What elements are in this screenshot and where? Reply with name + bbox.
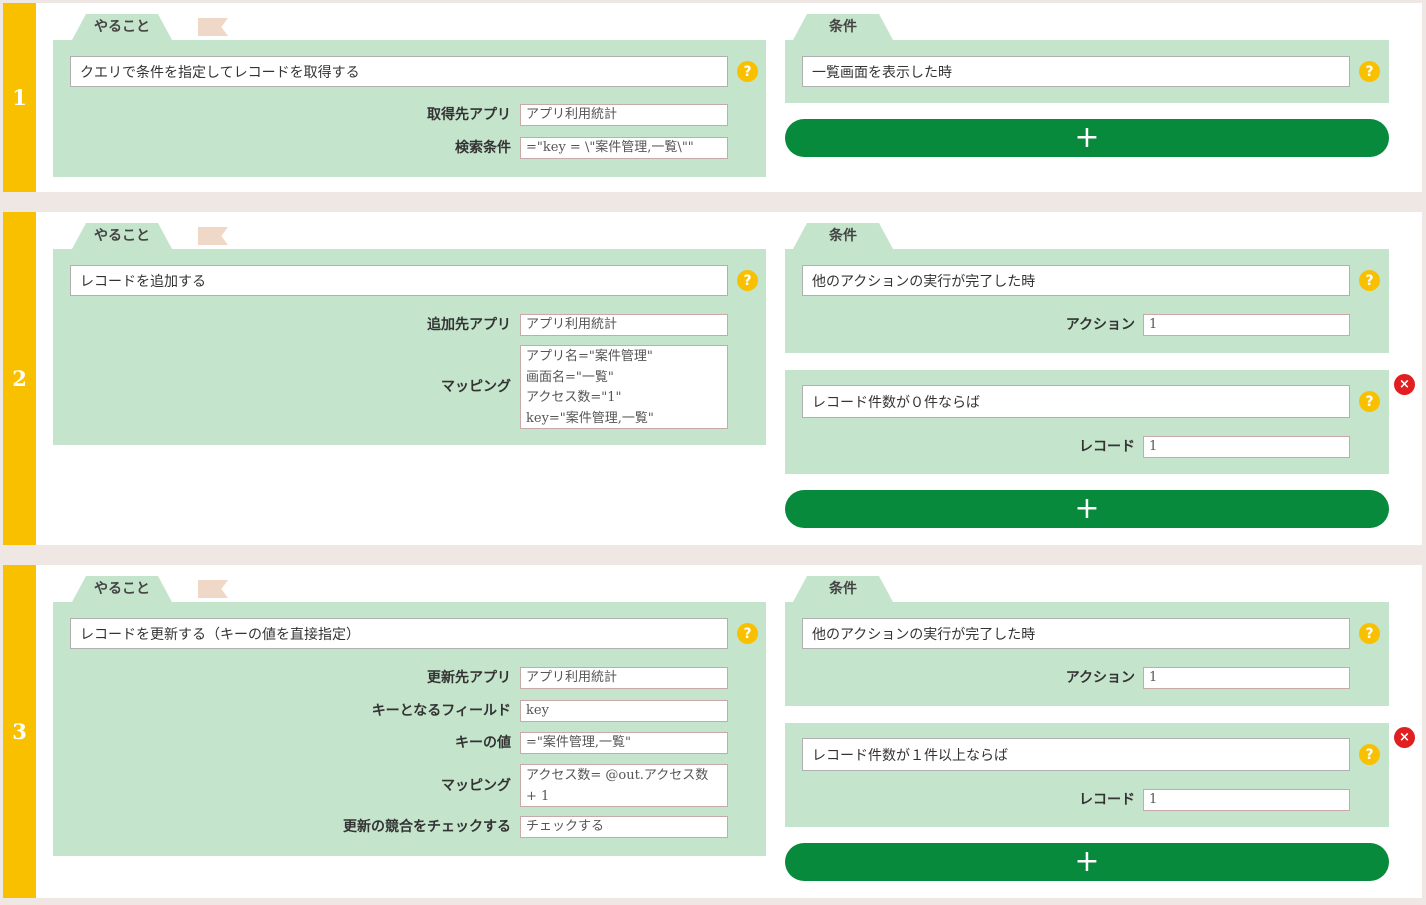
param-input[interactable]: 1 xyxy=(1143,667,1350,689)
condition-panel: レコード件数が１件以上ならば ? レコード 1 xyxy=(785,723,1389,827)
row-number: 3 xyxy=(3,565,36,898)
action-panel: レコードを更新する（キーの値を直接指定） ? 更新先アプリ アプリ利用統計 キー… xyxy=(53,602,766,856)
delete-condition-icon[interactable]: × xyxy=(1394,727,1415,748)
flag-icon xyxy=(198,580,228,598)
param-label: マッピング xyxy=(441,778,511,794)
help-icon[interactable]: ? xyxy=(1359,270,1380,291)
param-label: 更新先アプリ xyxy=(427,670,511,686)
rule-row-2: 2 やること レコードを追加する ? 追加先アプリ アプリ利用統計 マッピング … xyxy=(3,212,1422,545)
action-tab[interactable]: やること xyxy=(72,14,172,40)
param-input[interactable]: key xyxy=(520,700,728,722)
action-tab[interactable]: やること xyxy=(72,576,172,602)
param-input[interactable]: チェックする xyxy=(520,816,728,838)
action-panel: レコードを追加する ? 追加先アプリ アプリ利用統計 マッピング アプリ名="案… xyxy=(53,249,766,445)
param-input[interactable]: ="案件管理,一覧" xyxy=(520,732,728,754)
param-input[interactable]: 1 xyxy=(1143,436,1350,458)
help-icon[interactable]: ? xyxy=(1359,623,1380,644)
add-condition-button[interactable]: + xyxy=(785,490,1389,528)
param-label: アクション xyxy=(1065,317,1135,333)
condition-title-field[interactable]: レコード件数が０件ならば xyxy=(802,385,1350,418)
param-label: マッピング xyxy=(441,379,511,395)
delete-condition-icon[interactable]: × xyxy=(1394,374,1415,395)
param-label: 取得先アプリ xyxy=(427,107,511,123)
param-label: 更新の競合をチェックする xyxy=(343,819,511,835)
row-number: 2 xyxy=(3,212,36,545)
condition-panel: レコード件数が０件ならば ? レコード 1 xyxy=(785,370,1389,474)
param-label: レコード xyxy=(1079,439,1135,455)
help-icon[interactable]: ? xyxy=(1359,744,1380,765)
condition-panel: 他のアクションの実行が完了した時 ? アクション 1 xyxy=(785,602,1389,706)
rule-row-1: 1 やること クエリで条件を指定してレコードを取得する ? 取得先アプリ アプリ… xyxy=(3,3,1422,192)
rule-row-3: 3 やること レコードを更新する（キーの値を直接指定） ? 更新先アプリ アプリ… xyxy=(3,565,1422,898)
param-input[interactable]: 1 xyxy=(1143,314,1350,336)
param-label: キーの値 xyxy=(455,735,511,751)
action-panel: クエリで条件を指定してレコードを取得する ? 取得先アプリ アプリ利用統計 検索… xyxy=(53,40,766,177)
param-label: アクション xyxy=(1065,670,1135,686)
condition-title-field[interactable]: 他のアクションの実行が完了した時 xyxy=(802,618,1350,649)
condition-title-field[interactable]: 他のアクションの実行が完了した時 xyxy=(802,265,1350,296)
action-title-field[interactable]: クエリで条件を指定してレコードを取得する xyxy=(70,56,728,87)
param-input[interactable]: ="key = \"案件管理,一覧\"" xyxy=(520,137,728,159)
condition-panel: 一覧画面を表示した時 ? xyxy=(785,40,1389,103)
flag-icon xyxy=(198,18,228,36)
help-icon[interactable]: ? xyxy=(737,623,758,644)
action-title-field[interactable]: レコードを更新する（キーの値を直接指定） xyxy=(70,618,728,649)
param-textarea[interactable]: アクセス数= @out.アクセス数 + 1 xyxy=(520,764,728,807)
param-label: レコード xyxy=(1079,792,1135,808)
row-number: 1 xyxy=(3,3,36,192)
param-label: 検索条件 xyxy=(455,140,511,156)
condition-tab[interactable]: 条件 xyxy=(793,14,893,40)
param-label: キーとなるフィールド xyxy=(371,703,511,719)
condition-title-field[interactable]: レコード件数が１件以上ならば xyxy=(802,738,1350,771)
action-tab[interactable]: やること xyxy=(72,223,172,249)
help-icon[interactable]: ? xyxy=(737,61,758,82)
add-condition-button[interactable]: + xyxy=(785,119,1389,157)
condition-panel: 他のアクションの実行が完了した時 ? アクション 1 xyxy=(785,249,1389,353)
add-condition-button[interactable]: + xyxy=(785,843,1389,881)
param-input[interactable]: アプリ利用統計 xyxy=(520,104,728,126)
help-icon[interactable]: ? xyxy=(1359,391,1380,412)
help-icon[interactable]: ? xyxy=(737,270,758,291)
flag-icon xyxy=(198,227,228,245)
param-input[interactable]: 1 xyxy=(1143,789,1350,811)
condition-title-field[interactable]: 一覧画面を表示した時 xyxy=(802,56,1350,87)
param-label: 追加先アプリ xyxy=(427,317,511,333)
param-input[interactable]: アプリ利用統計 xyxy=(520,314,728,336)
condition-tab[interactable]: 条件 xyxy=(793,223,893,249)
param-textarea[interactable]: アプリ名="案件管理" 画面名="一覧" アクセス数="1" key="案件管理… xyxy=(520,345,728,429)
condition-tab[interactable]: 条件 xyxy=(793,576,893,602)
help-icon[interactable]: ? xyxy=(1359,61,1380,82)
param-input[interactable]: アプリ利用統計 xyxy=(520,667,728,689)
action-title-field[interactable]: レコードを追加する xyxy=(70,265,728,296)
